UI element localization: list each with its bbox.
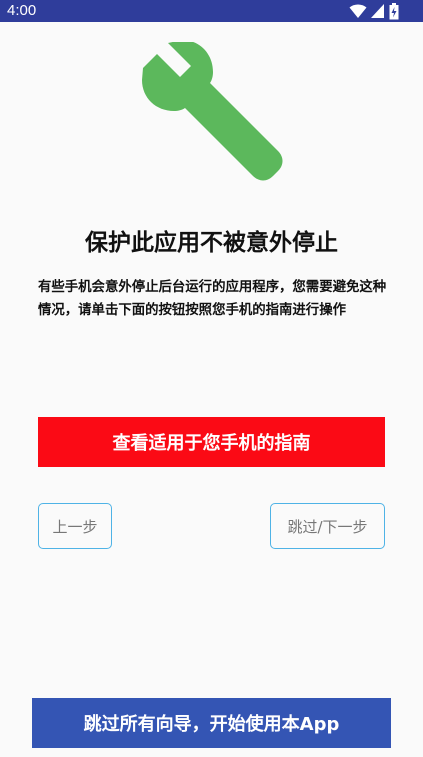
status-icons xyxy=(349,2,399,20)
previous-step-button[interactable]: 上一步 xyxy=(38,503,112,549)
signal-icon xyxy=(371,4,384,18)
wifi-icon xyxy=(349,4,367,18)
status-bar: 4:00 xyxy=(0,0,423,22)
battery-icon xyxy=(389,2,399,19)
description-text: 有些手机会意外停止后台运行的应用程序，您需要避免这种情况，请单击下面的按钮按照您… xyxy=(38,280,387,318)
skip-all-wizard-button[interactable]: 跳过所有向导，开始使用本App xyxy=(32,698,391,748)
view-phone-guide-button[interactable]: 查看适用于您手机的指南 xyxy=(38,417,385,467)
status-time: 4:00 xyxy=(7,2,37,19)
wrench-icon xyxy=(142,42,283,181)
page-title: 保护此应用不被意外停止 xyxy=(85,230,338,256)
skip-next-button[interactable]: 跳过/下一步 xyxy=(270,503,385,549)
